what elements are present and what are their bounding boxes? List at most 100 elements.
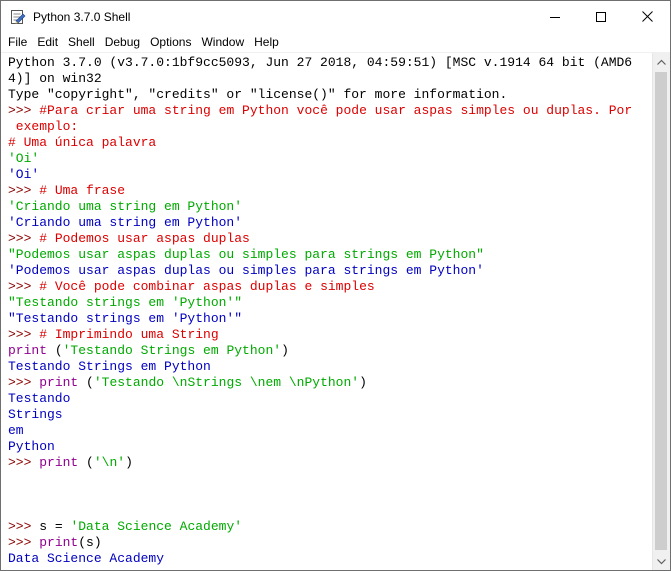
menu-file[interactable]: File xyxy=(3,32,32,52)
shell-line: exemplo: xyxy=(8,119,652,135)
menu-bar: File Edit Shell Debug Options Window Hel… xyxy=(1,32,670,53)
shell-text-comment: # Uma frase xyxy=(39,183,126,198)
window-title: Python 3.7.0 Shell xyxy=(33,9,131,24)
shell-text-plain: ( xyxy=(78,455,94,470)
shell-line: Python 3.7.0 (v3.7.0:1bf9cc5093, Jun 27 … xyxy=(8,55,652,71)
shell-text-string: '\n' xyxy=(93,455,126,470)
shell-line: "Testando strings em 'Python'" xyxy=(8,295,652,311)
shell-text-stdout: Testando xyxy=(8,391,71,406)
shell-text-plain: 4)] on win32 xyxy=(8,71,102,86)
shell-text-plain: ( xyxy=(47,343,63,358)
shell-line: "Testando strings em 'Python'" xyxy=(8,311,652,327)
shell-text-string: 'Data Science Academy' xyxy=(70,519,243,534)
shell-prompt: >>> xyxy=(8,375,40,390)
shell-line: >>> # Uma frase xyxy=(8,183,652,199)
title-bar[interactable]: Python 3.7.0 Shell xyxy=(1,1,670,32)
shell-text-plain: ) xyxy=(125,455,133,470)
shell-line: >>> # Imprimindo uma String xyxy=(8,327,652,343)
shell-text-stdout: 'Oi' xyxy=(8,167,40,182)
shell-text-stdout: em xyxy=(8,423,24,438)
scroll-thumb[interactable] xyxy=(655,72,667,550)
close-icon xyxy=(641,11,653,22)
shell-text-stdout: Data Science Academy xyxy=(8,551,165,566)
minimize-icon xyxy=(550,16,560,18)
shell-text-string: "Podemos usar aspas duplas ou simples pa… xyxy=(8,247,484,262)
shell-text-area[interactable]: Python 3.7.0 (v3.7.0:1bf9cc5093, Jun 27 … xyxy=(1,53,652,570)
shell-line: em xyxy=(8,423,652,439)
shell-line: "Podemos usar aspas duplas ou simples pa… xyxy=(8,247,652,263)
menu-debug[interactable]: Debug xyxy=(100,32,145,52)
menu-window[interactable]: Window xyxy=(196,32,249,52)
scroll-down-button[interactable] xyxy=(653,553,670,570)
shell-line: Testando xyxy=(8,391,652,407)
shell-text-builtin: print xyxy=(8,343,48,358)
shell-text-plain: Python 3.7.0 (v3.7.0:1bf9cc5093, Jun 27 … xyxy=(8,55,633,70)
shell-text-string: 'Oi' xyxy=(8,151,40,166)
scroll-up-button[interactable] xyxy=(653,53,670,70)
shell-text-builtin: print xyxy=(39,375,79,390)
maximize-button[interactable] xyxy=(578,1,624,32)
shell-text-comment: exemplo: xyxy=(8,119,79,134)
shell-text-stdout: Testando Strings em Python xyxy=(8,359,211,374)
shell-text-stdout: 'Podemos usar aspas duplas ou simples pa… xyxy=(8,263,484,278)
shell-prompt: >>> xyxy=(8,567,39,570)
shell-line: Testando Strings em Python xyxy=(8,359,652,375)
menu-shell[interactable]: Shell xyxy=(63,32,100,52)
shell-line: print ('Testando Strings em Python') xyxy=(8,343,652,359)
shell-line: 4)] on win32 xyxy=(8,71,652,87)
shell-text-stdout: 'Criando uma string em Python' xyxy=(8,215,243,230)
shell-line: 'Oi' xyxy=(8,151,652,167)
shell-prompt: >>> xyxy=(8,455,40,470)
minimize-button[interactable] xyxy=(532,1,578,32)
shell-line: >>> xyxy=(8,567,652,570)
shell-line: 'Podemos usar aspas duplas ou simples pa… xyxy=(8,263,652,279)
shell-line: 'Criando uma string em Python' xyxy=(8,199,652,215)
shell-prompt: >>> xyxy=(8,279,40,294)
shell-prompt: >>> xyxy=(8,183,40,198)
menu-edit[interactable]: Edit xyxy=(32,32,63,52)
shell-text-builtin: print xyxy=(39,455,79,470)
shell-text-comment: #Para criar uma string em Python você po… xyxy=(39,103,633,118)
shell-output[interactable]: Python 3.7.0 (v3.7.0:1bf9cc5093, Jun 27 … xyxy=(1,53,652,570)
idle-shell-window: Python 3.7.0 Shell File Edit Shell Debug… xyxy=(0,0,671,571)
close-button[interactable] xyxy=(624,1,670,32)
shell-text-plain: ( xyxy=(78,375,94,390)
shell-prompt: >>> xyxy=(8,327,40,342)
vertical-scrollbar[interactable] xyxy=(652,53,670,570)
shell-text-comment: # Uma única palavra xyxy=(8,135,157,150)
shell-text-plain: (s) xyxy=(78,535,102,550)
shell-line: 'Criando uma string em Python' xyxy=(8,215,652,231)
shell-line: 'Oi' xyxy=(8,167,652,183)
shell-line: >>> # Você pode combinar aspas duplas e … xyxy=(8,279,652,295)
shell-line: >>> print(s) xyxy=(8,535,652,551)
shell-text-comment: # Imprimindo uma String xyxy=(39,327,219,342)
shell-line: Type "copyright", "credits" or "license(… xyxy=(8,87,652,103)
shell-line: Python xyxy=(8,439,652,455)
shell-line: >>> s = 'Data Science Academy' xyxy=(8,519,652,535)
shell-text-string: 'Testando \nStrings \nem \nPython' xyxy=(93,375,360,390)
shell-text-plain: Type "copyright", "credits" or "license(… xyxy=(8,87,508,102)
shell-line: # Uma única palavra xyxy=(8,135,652,151)
chevron-up-icon xyxy=(657,59,666,65)
menu-help[interactable]: Help xyxy=(249,32,284,52)
shell-text-plain: ) xyxy=(359,375,367,390)
shell-line: Data Science Academy xyxy=(8,551,652,567)
shell-line: >>> # Podemos usar aspas duplas xyxy=(8,231,652,247)
idle-app-icon[interactable] xyxy=(10,9,26,25)
shell-text-plain: ) xyxy=(281,343,289,358)
shell-text-string: 'Criando uma string em Python' xyxy=(8,199,243,214)
shell-text-plain: s = xyxy=(39,519,71,534)
shell-line: >>> print ('\n') xyxy=(8,455,652,471)
shell-prompt: >>> xyxy=(8,103,40,118)
shell-text-comment: # Você pode combinar aspas duplas e simp… xyxy=(39,279,375,294)
shell-text-stdout: Python xyxy=(8,439,55,454)
shell-line: >>> print ('Testando \nStrings \nem \nPy… xyxy=(8,375,652,391)
menu-options[interactable]: Options xyxy=(145,32,196,52)
shell-text-stdout: "Testando strings em 'Python'" xyxy=(8,311,243,326)
shell-prompt: >>> xyxy=(8,231,40,246)
shell-text-string: "Testando strings em 'Python'" xyxy=(8,295,243,310)
shell-prompt: >>> xyxy=(8,519,40,534)
shell-text-string: 'Testando Strings em Python' xyxy=(62,343,282,358)
